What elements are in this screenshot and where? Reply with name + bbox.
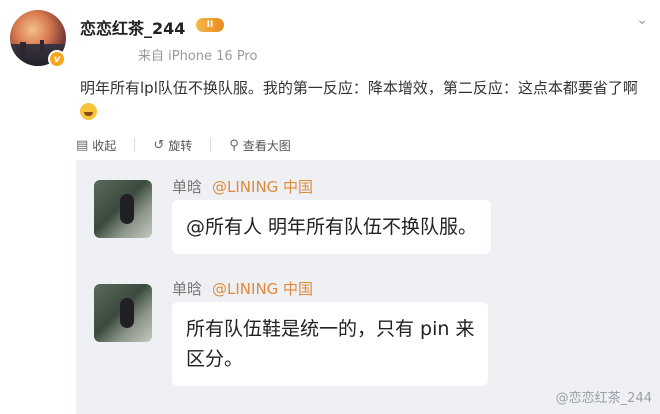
message-bubble: @所有人 明年所有队伍不换队服。 bbox=[172, 200, 492, 254]
collapse-label: 收起 bbox=[92, 138, 117, 153]
rotate-button[interactable]: ↺ 旋转 bbox=[153, 137, 192, 154]
chat-screenshot[interactable]: 单晗 @LINING 中国 @所有人 明年所有队伍不换队服。 单晗 @LINING … bbox=[76, 160, 660, 414]
rotate-label: 旋转 bbox=[168, 138, 193, 153]
rank-badge-label: II bbox=[206, 20, 214, 30]
message-text-line2: 区分。 bbox=[186, 348, 244, 370]
sender-avatar bbox=[94, 284, 152, 342]
chevron-down-icon[interactable]: ⌄ bbox=[636, 12, 648, 28]
collapse-button[interactable]: ▤ 收起 bbox=[76, 137, 116, 154]
sender-org: @LINING 中国 bbox=[212, 280, 314, 298]
watermark: @恋恋红茶_244 bbox=[555, 391, 652, 406]
toolbar-divider bbox=[134, 138, 136, 152]
message-bubble: 所有队伍鞋是统一的，只有 pin 来 区分。 bbox=[172, 302, 489, 386]
image-toolbar: ▤ 收起 ↺ 旋转 ⚲ 查看大图 bbox=[76, 132, 291, 158]
post-text-content: 明年所有lpl队伍不换队服。我的第一反应：降本增效，第二反应：这点本都要省了啊 bbox=[80, 79, 638, 97]
sender-name: 单晗 bbox=[172, 280, 203, 298]
message-text: @所有人 明年所有队伍不换队服。 bbox=[186, 216, 478, 238]
post-text: 明年所有lpl队伍不换队服。我的第一反应：降本增效，第二反应：这点本都要省了啊 bbox=[80, 76, 640, 124]
view-large-button[interactable]: ⚲ 查看大图 bbox=[229, 137, 291, 154]
collapse-icon: ▤ bbox=[76, 137, 89, 153]
verified-badge-icon: v bbox=[48, 50, 66, 68]
sender-name: 单晗 bbox=[172, 178, 203, 196]
toolbar-divider bbox=[210, 138, 212, 152]
sender-line: 单晗 @LINING 中国 bbox=[172, 176, 313, 197]
rank-badge: II bbox=[196, 18, 224, 32]
message-text-line1: 所有队伍鞋是统一的，只有 pin 来 bbox=[186, 318, 475, 340]
username[interactable]: 恋恋红茶_244 bbox=[80, 15, 185, 39]
laughing-emoji-icon bbox=[80, 103, 97, 120]
sender-org: @LINING 中国 bbox=[212, 178, 314, 196]
rotate-icon: ↺ bbox=[153, 137, 165, 153]
sender-line: 单晗 @LINING 中国 bbox=[172, 278, 313, 299]
view-large-label: 查看大图 bbox=[242, 138, 291, 153]
sender-avatar bbox=[94, 180, 152, 238]
magnify-icon: ⚲ bbox=[229, 137, 239, 153]
post-source: 来自 iPhone 16 Pro bbox=[138, 49, 258, 64]
